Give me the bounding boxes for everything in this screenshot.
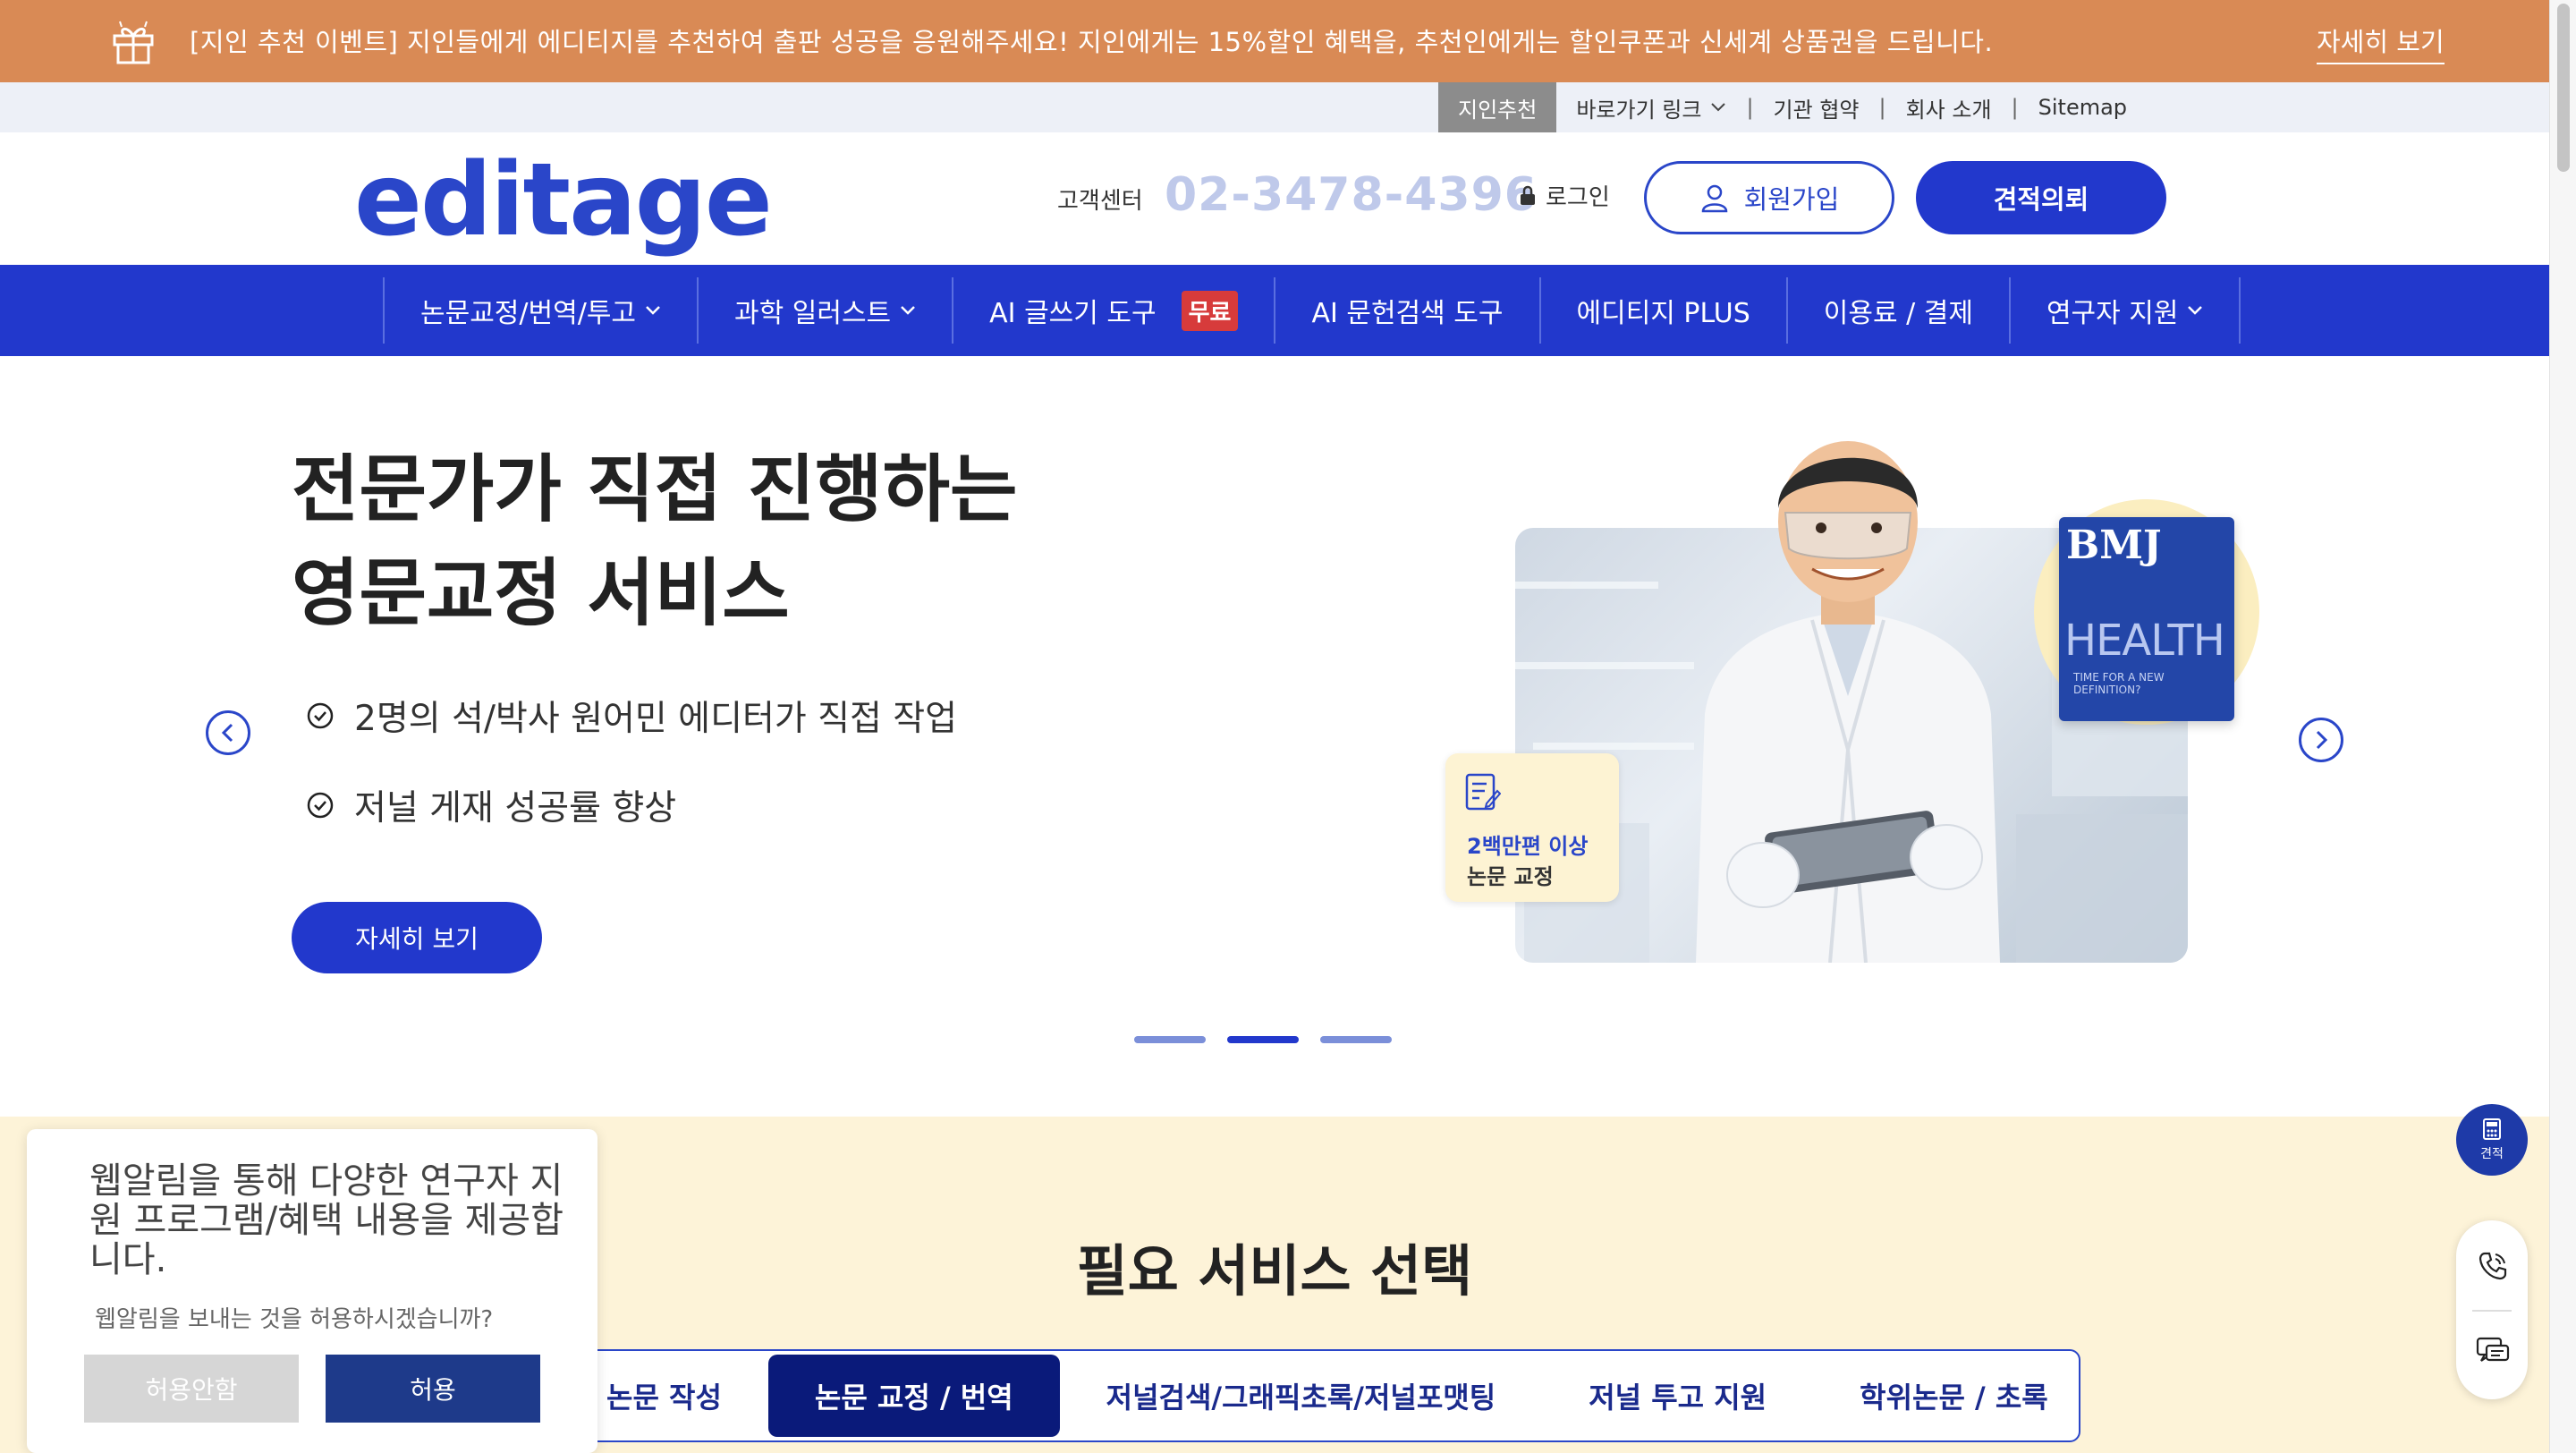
editage-logo[interactable]: editage — [354, 150, 773, 251]
promo-text: [지인 추천 이벤트] 지인들에게 에디티지를 추천하여 출판 성공을 응원해주… — [190, 27, 1994, 57]
util-institution-link[interactable]: 기관 협약 — [1754, 92, 1879, 123]
nav-item-label: AI 문헌검색 도구 — [1311, 298, 1504, 329]
signup-label: 회원가입 — [1743, 184, 1840, 215]
nav-item-label: 에디티지 PLUS — [1576, 298, 1750, 329]
util-sitemap-link[interactable]: Sitemap — [2019, 95, 2147, 120]
nav-item-label: 과학 일러스트 — [734, 298, 892, 329]
stat-label: 논문 교정 — [1467, 864, 1554, 889]
signup-button[interactable]: 회원가입 — [1644, 161, 1894, 234]
nav-item-label: 이용료 / 결제 — [1823, 298, 1973, 329]
hero-feature-item: 2명의 석/박사 원어민 에디터가 직접 작업 — [306, 691, 957, 741]
chat-icon[interactable] — [2476, 1337, 2510, 1367]
chevron-down-icon — [2188, 306, 2203, 315]
carousel-dot-1[interactable] — [1134, 1036, 1206, 1043]
nav-item-ai-search[interactable]: AI 문헌검색 도구 — [1274, 277, 1538, 344]
main-navigation: 논문교정/번역/투고 과학 일러스트 AI 글쓰기 도구 무료 AI 문헌검색 … — [0, 265, 2549, 356]
hero-title: 전문가가 직접 진행하는 영문교정 서비스 — [292, 447, 1018, 636]
util-company-link[interactable]: 회사 소개 — [1886, 92, 2012, 123]
stat-card: 2백만편 이상 논문 교정 — [1445, 753, 1619, 902]
scientist-illustration — [1696, 441, 2000, 963]
check-circle-icon — [307, 702, 334, 729]
journal-cover: BMJ HEALTH TIME FOR A NEW DEFINITION? — [2059, 517, 2234, 721]
deny-notification-button[interactable]: 허용안함 — [84, 1355, 299, 1423]
chevron-down-icon — [901, 306, 916, 315]
nav-item-illustration[interactable]: 과학 일러스트 — [697, 277, 952, 344]
lock-icon — [1521, 185, 1535, 205]
carousel-pagination — [1134, 1036, 1392, 1043]
journal-cover-subtitle: TIME FOR A NEW DEFINITION? — [2073, 671, 2165, 696]
hero-feature-text: 저널 게재 성공률 향상 — [354, 788, 677, 828]
hero-carousel: 전문가가 직접 진행하는 영문교정 서비스 2명의 석/박사 원어민 에디터가 … — [0, 356, 2549, 1117]
floating-divider — [2472, 1310, 2512, 1312]
allow-notification-button[interactable]: 허용 — [326, 1355, 540, 1423]
util-separator: | — [1746, 95, 1754, 120]
phone-icon[interactable] — [2478, 1251, 2508, 1281]
login-link[interactable]: 로그인 — [1519, 179, 1610, 212]
gift-icon — [113, 21, 154, 64]
carousel-dot-3[interactable] — [1320, 1036, 1392, 1043]
calculator-icon — [2483, 1118, 2501, 1140]
promo-banner: [지인 추천 이벤트] 지인들에게 에디티지를 추천하여 출판 성공을 응원해주… — [0, 0, 2549, 82]
hero-detail-button[interactable]: 자세히 보기 — [292, 902, 542, 973]
login-label: 로그인 — [1546, 184, 1610, 211]
util-shortcut-label: 바로가기 링크 — [1576, 97, 1702, 123]
site-header: editage 고객센터 02-3478-4396 로그인 회원가입 견적의뢰 — [0, 132, 2549, 265]
web-notification-prompt: 웹알림을 통해 다양한 연구자 지원 프로그램/혜택 내용을 제공합니다. 웹알… — [27, 1129, 597, 1453]
check-circle-icon — [307, 792, 334, 819]
util-shortcut-link[interactable]: 바로가기 링크 — [1556, 92, 1746, 123]
nav-item-label: 논문교정/번역/투고 — [420, 298, 637, 329]
nav-item-researcher-support[interactable]: 연구자 지원 — [2008, 277, 2241, 344]
quote-request-button[interactable]: 견적의뢰 — [1916, 161, 2166, 234]
scrollbar-thumb[interactable] — [2557, 4, 2570, 172]
hero-feature-item: 저널 게재 성공률 향상 — [306, 780, 676, 830]
carousel-prev-button[interactable] — [206, 710, 250, 755]
nav-item-editage-plus[interactable]: 에디티지 PLUS — [1538, 277, 1786, 344]
utility-bar: 지인추천 바로가기 링크 | 기관 협약 | 회사 소개 | Sitemap — [0, 82, 2549, 132]
document-edit-icon — [1465, 773, 1501, 811]
floating-quote-button[interactable]: 견적 — [2456, 1104, 2528, 1176]
chevron-right-icon — [2316, 730, 2328, 750]
customer-center-phone: 02-3478-4396 — [1165, 168, 1538, 222]
chevron-left-icon — [221, 723, 233, 743]
user-icon — [1701, 184, 1727, 213]
tab-journal-search[interactable]: 저널검색/그래픽초록/저널포맷팅 — [1060, 1355, 1543, 1437]
chevron-down-icon — [646, 306, 660, 315]
util-separator: | — [1878, 95, 1886, 120]
carousel-dot-2[interactable] — [1227, 1036, 1299, 1043]
carousel-next-button[interactable] — [2299, 718, 2343, 762]
page-scrollbar[interactable] — [2549, 0, 2576, 1453]
chevron-down-icon — [1711, 103, 1726, 112]
tab-proofreading-translation[interactable]: 논문 교정 / 번역 — [767, 1355, 1060, 1437]
notification-question: 웹알림을 보내는 것을 허용하시겠습니까? — [95, 1306, 494, 1333]
floating-contact-panel — [2456, 1220, 2528, 1399]
journal-name: BMJ — [2066, 523, 2162, 568]
nav-item-label: 연구자 지원 — [2046, 298, 2179, 329]
hero-feature-text: 2명의 석/박사 원어민 에디터가 직접 작업 — [354, 699, 958, 739]
stat-value: 2백만편 이상 — [1467, 834, 1589, 859]
journal-cover-title: HEALTH — [2064, 616, 2225, 666]
notification-message: 웹알림을 통해 다양한 연구자 지원 프로그램/혜택 내용을 제공합니다. — [89, 1160, 564, 1280]
floating-quote-label: 견적 — [2480, 1147, 2504, 1161]
services-tab-bar: 논문 작성 논문 교정 / 번역 저널검색/그래픽초록/저널포맷팅 저널 투고 … — [558, 1349, 2080, 1442]
tab-thesis-abstract[interactable]: 학위논문 / 초록 — [1813, 1355, 2095, 1437]
nav-item-ai-writing[interactable]: AI 글쓰기 도구 무료 — [952, 277, 1274, 344]
promo-detail-link[interactable]: 자세히 보기 — [2317, 21, 2445, 64]
tab-journal-submission[interactable]: 저널 투고 지원 — [1542, 1355, 1813, 1437]
nav-item-pricing[interactable]: 이용료 / 결제 — [1785, 277, 2009, 344]
nav-item-label: AI 글쓰기 도구 — [989, 298, 1157, 329]
util-referral-link[interactable]: 지인추천 — [1438, 82, 1557, 132]
customer-center-label: 고객센터 — [1057, 188, 1143, 215]
free-badge: 무료 — [1181, 290, 1239, 331]
util-separator: | — [2011, 95, 2019, 120]
nav-item-proofreading[interactable]: 논문교정/번역/투고 — [383, 277, 697, 344]
